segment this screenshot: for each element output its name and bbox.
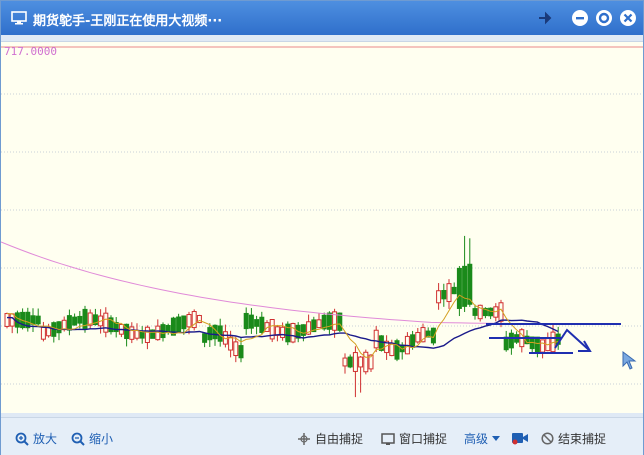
candle xyxy=(4,312,10,329)
candle xyxy=(519,328,525,353)
annotation-arrow xyxy=(554,328,590,351)
candle xyxy=(129,322,135,344)
advanced-dropdown[interactable]: 高级 xyxy=(464,430,501,447)
stop-icon xyxy=(541,432,554,445)
candle xyxy=(207,323,213,347)
candle xyxy=(451,282,457,295)
candle xyxy=(139,326,145,344)
candle xyxy=(186,311,192,335)
candle xyxy=(134,323,140,341)
close-icon[interactable] xyxy=(619,9,637,27)
chevron-down-icon xyxy=(492,435,501,441)
minimize-icon[interactable] xyxy=(571,9,589,27)
zoom-in-icon xyxy=(15,432,29,446)
candle xyxy=(155,319,161,341)
candle xyxy=(118,323,124,338)
candle xyxy=(488,307,494,320)
candle xyxy=(446,279,452,309)
candle xyxy=(352,346,358,398)
candle xyxy=(347,354,353,369)
candle xyxy=(56,321,62,341)
candle xyxy=(222,324,228,348)
candle xyxy=(103,307,109,338)
settings-icon[interactable] xyxy=(595,9,613,27)
candle xyxy=(259,311,265,334)
candle xyxy=(285,321,291,346)
zoom-out-icon xyxy=(71,432,85,446)
candle xyxy=(358,356,364,393)
end-capture-label: 结束捕捉 xyxy=(558,432,607,446)
window-title: 期货鸵手-王刚正在使用大视频··· xyxy=(33,14,223,29)
kline-chart[interactable]: 717.0000 xyxy=(1,41,643,413)
video-camera-icon[interactable] xyxy=(511,431,529,445)
candle xyxy=(467,238,473,307)
candle xyxy=(415,327,421,344)
candle xyxy=(534,336,540,358)
candle xyxy=(51,321,57,343)
candle xyxy=(9,313,15,334)
candle xyxy=(274,324,280,342)
chart-grid xyxy=(1,46,643,385)
top-price-label: 717.0000 xyxy=(4,45,57,58)
candle xyxy=(545,332,551,352)
candle xyxy=(462,235,468,313)
candle xyxy=(316,313,322,329)
candle xyxy=(66,309,72,336)
candle xyxy=(503,330,509,352)
candle xyxy=(508,329,514,355)
candle xyxy=(290,322,296,344)
monitor-icon xyxy=(11,11,27,25)
candle xyxy=(243,307,249,335)
capture-window: 期货鸵手-王刚正在使用大视频··· 717.0000 放大 缩小 自由捕捉 窗口… xyxy=(0,0,644,455)
candle xyxy=(363,349,369,375)
end-capture-button[interactable]: 结束捕捉 xyxy=(541,430,606,447)
candle xyxy=(404,332,410,355)
candle xyxy=(529,336,535,353)
candle xyxy=(113,317,119,338)
pin-icon[interactable] xyxy=(536,9,554,27)
candle xyxy=(342,353,348,374)
candle xyxy=(248,308,254,334)
candle xyxy=(394,338,400,362)
mouse-cursor-icon xyxy=(622,351,637,370)
zoom-out-label: 缩小 xyxy=(89,432,114,446)
candle xyxy=(35,308,41,326)
candle xyxy=(456,266,462,317)
candle xyxy=(384,335,390,360)
candle xyxy=(20,308,26,330)
window-capture-label: 窗口捕捉 xyxy=(399,432,448,446)
zoom-in-label: 放大 xyxy=(33,432,58,446)
candle xyxy=(436,283,442,310)
bottom-toolbar: 放大 缩小 自由捕捉 窗口捕捉 高级 结束捕捉 xyxy=(1,417,643,455)
kline-chart-canvas xyxy=(1,46,643,398)
candle xyxy=(72,313,78,326)
candle xyxy=(108,315,114,335)
advanced-label: 高级 xyxy=(464,432,489,446)
candle xyxy=(202,333,208,348)
candle xyxy=(30,308,36,332)
candle xyxy=(233,336,239,363)
candle xyxy=(40,321,46,342)
candle xyxy=(373,326,379,353)
free-capture-button[interactable]: 自由捕捉 xyxy=(297,430,363,447)
candle xyxy=(425,327,431,338)
window-icon xyxy=(381,432,395,445)
candle xyxy=(441,283,447,307)
window-capture-button[interactable]: 窗口捕捉 xyxy=(381,430,447,447)
title-bar[interactable]: 期货鸵手-王刚正在使用大视频··· xyxy=(1,1,643,35)
candle xyxy=(144,325,150,350)
candle xyxy=(472,304,478,320)
zoom-in-button[interactable]: 放大 xyxy=(15,430,57,447)
candle xyxy=(25,307,31,332)
candle xyxy=(254,315,260,335)
candle xyxy=(217,318,223,347)
crosshair-icon xyxy=(298,432,310,445)
zoom-out-button[interactable]: 缩小 xyxy=(71,430,113,447)
candle xyxy=(176,313,182,333)
candles xyxy=(4,235,561,398)
candle xyxy=(269,319,275,343)
candle xyxy=(191,309,197,331)
free-capture-label: 自由捕捉 xyxy=(315,432,364,446)
